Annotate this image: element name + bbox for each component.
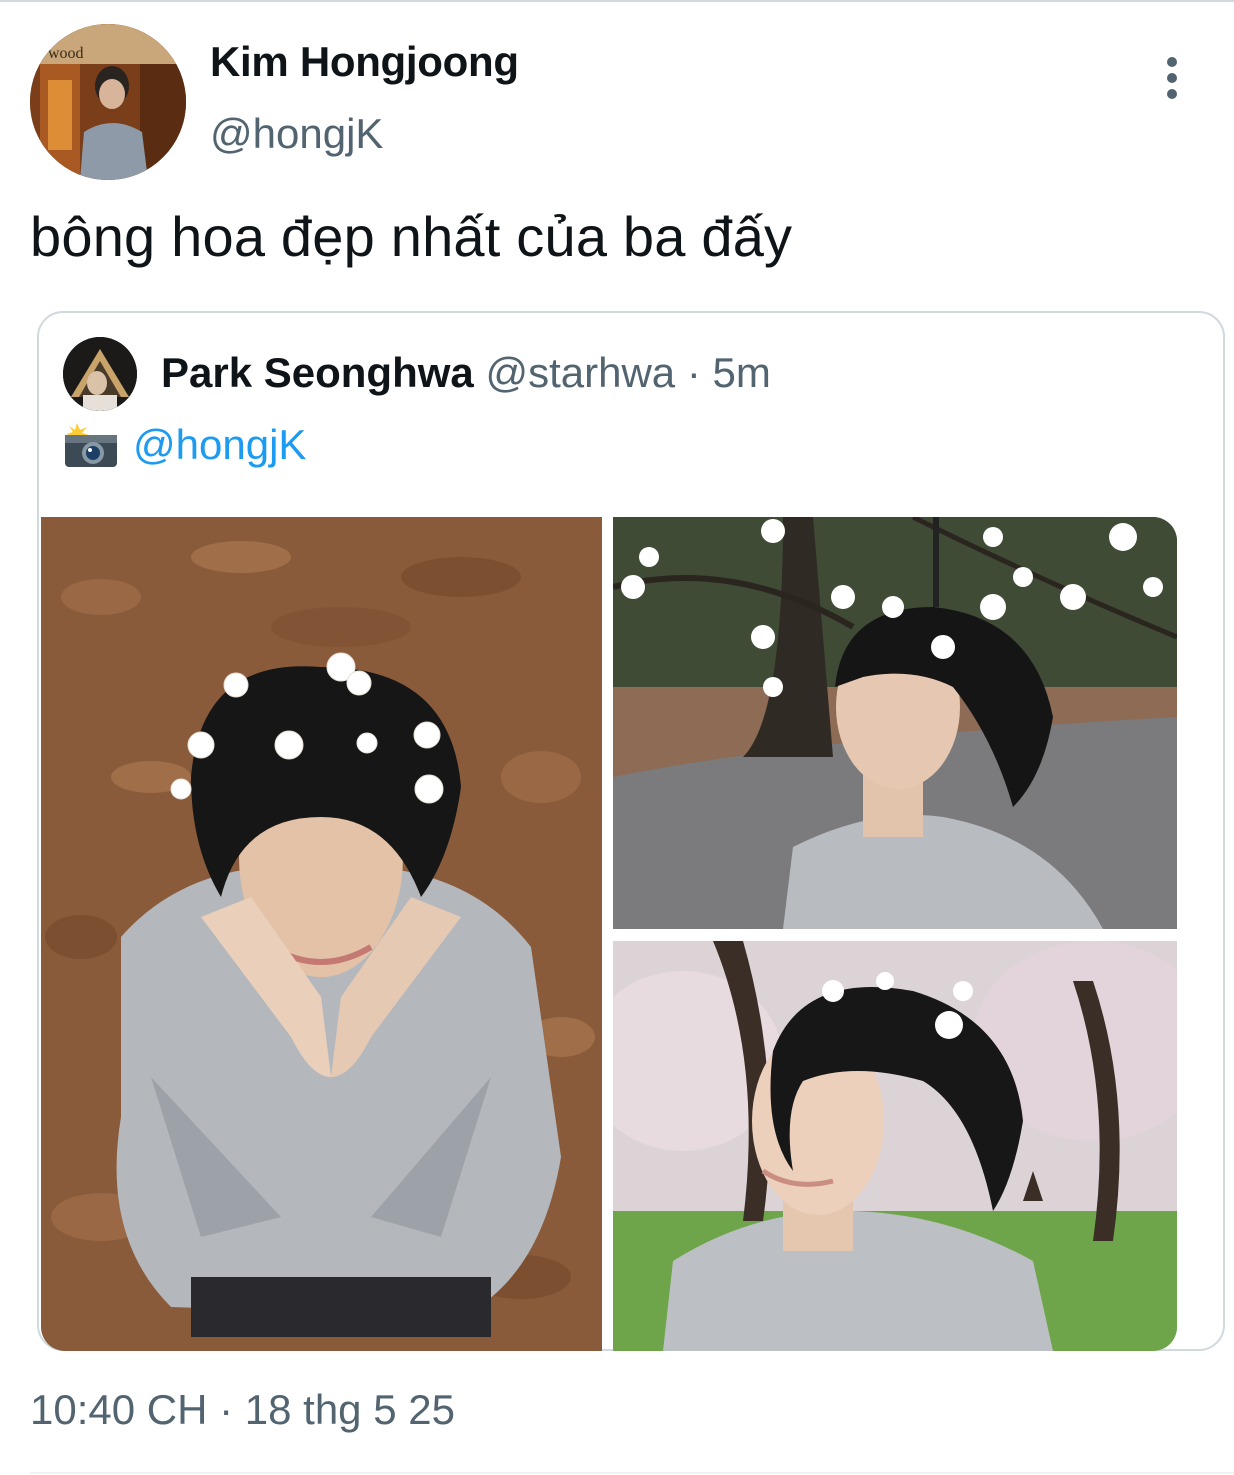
meta-separator: · [686, 349, 701, 396]
quoted-header: Park Seonghwa @starhwa · 5m [161, 349, 771, 397]
author-avatar[interactable]: wood [30, 24, 186, 180]
bottom-divider [30, 1472, 1234, 1474]
quoted-tweet-card[interactable]: Park Seonghwa @starhwa · 5m @hongjK [37, 311, 1225, 1351]
author-handle[interactable]: @hongjK [210, 110, 383, 158]
tweet-text: bông hoa đẹp nhất của ba đấy [30, 205, 793, 268]
photo-leaves-hands[interactable] [41, 517, 602, 1351]
tweet-timestamp[interactable]: 10:40 CH · 18 thg 5 25 [30, 1386, 455, 1434]
author-name[interactable]: Kim Hongjoong [210, 38, 519, 86]
avatar-sign-text: wood [48, 45, 84, 62]
quoted-author-avatar[interactable] [63, 337, 137, 411]
more-options-button[interactable] [1150, 48, 1194, 108]
quoted-author-name[interactable]: Park Seonghwa [161, 349, 474, 396]
mention-link[interactable]: @hongjK [133, 421, 306, 469]
more-vertical-icon [1167, 57, 1177, 99]
camera-flash-icon [65, 423, 117, 467]
quoted-author-handle[interactable]: @starhwa [485, 349, 675, 396]
top-divider [0, 0, 1234, 2]
photo-tree-profile[interactable] [613, 517, 1177, 929]
quoted-time[interactable]: 5m [712, 349, 770, 396]
photo-cherry-park[interactable] [613, 941, 1177, 1351]
quoted-text: @hongjK [63, 421, 306, 469]
